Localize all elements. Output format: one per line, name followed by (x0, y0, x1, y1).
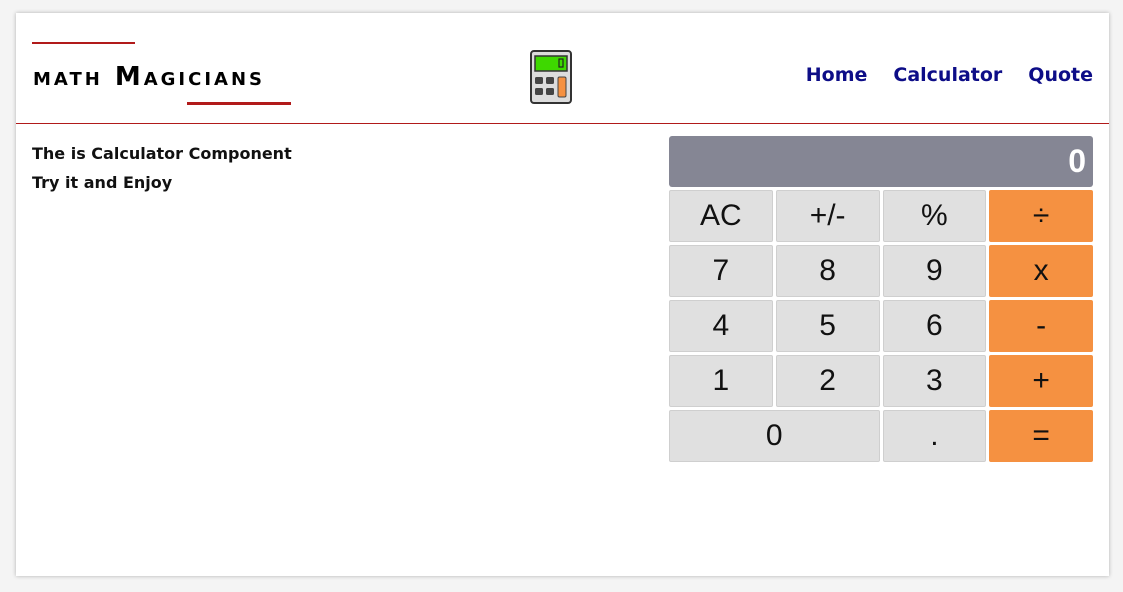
key-2[interactable]: 2 (775, 355, 880, 407)
nav-calculator-link[interactable]: Calculator (893, 63, 1002, 87)
key-9[interactable]: 9 (882, 245, 987, 297)
key-decimal[interactable]: . (882, 410, 987, 462)
intro-line-1: The is Calculator Component (32, 144, 292, 163)
app-window: math Magicians Home Calculator Quote The… (16, 13, 1109, 576)
intro-text: The is Calculator Component Try it and E… (32, 139, 292, 197)
key-5[interactable]: 5 (775, 300, 880, 352)
key-6[interactable]: 6 (882, 300, 987, 352)
main-nav: Home Calculator Quote (806, 63, 1093, 87)
key-minus[interactable]: - (989, 300, 1093, 352)
calculator-keypad: AC +/- % ÷ 7 8 9 x 4 5 6 - 1 2 3 + 0 . = (669, 190, 1093, 462)
calculator-display: 0 (669, 136, 1093, 187)
calculator-icon (530, 50, 572, 104)
intro-line-2: Try it and Enjoy (32, 173, 173, 192)
logo-title: math Magicians (33, 62, 265, 92)
key-1[interactable]: 1 (669, 355, 773, 407)
calculator: 0 AC +/- % ÷ 7 8 9 x 4 5 6 - 1 2 3 + 0 .… (669, 136, 1093, 462)
key-equals[interactable]: = (989, 410, 1093, 462)
key-plus[interactable]: + (989, 355, 1093, 407)
header: math Magicians Home Calculator Quote (16, 13, 1109, 124)
key-8[interactable]: 8 (775, 245, 880, 297)
key-7[interactable]: 7 (669, 245, 773, 297)
key-multiply[interactable]: x (989, 245, 1093, 297)
key-0[interactable]: 0 (669, 410, 880, 462)
logo-top-underline (32, 42, 135, 44)
key-sign-toggle[interactable]: +/- (775, 190, 880, 242)
logo-bottom-underline (187, 102, 291, 105)
key-4[interactable]: 4 (669, 300, 773, 352)
key-3[interactable]: 3 (882, 355, 987, 407)
nav-home-link[interactable]: Home (806, 63, 868, 87)
key-ac[interactable]: AC (669, 190, 773, 242)
key-percent[interactable]: % (882, 190, 987, 242)
nav-quote-link[interactable]: Quote (1028, 63, 1093, 87)
key-divide[interactable]: ÷ (989, 190, 1093, 242)
